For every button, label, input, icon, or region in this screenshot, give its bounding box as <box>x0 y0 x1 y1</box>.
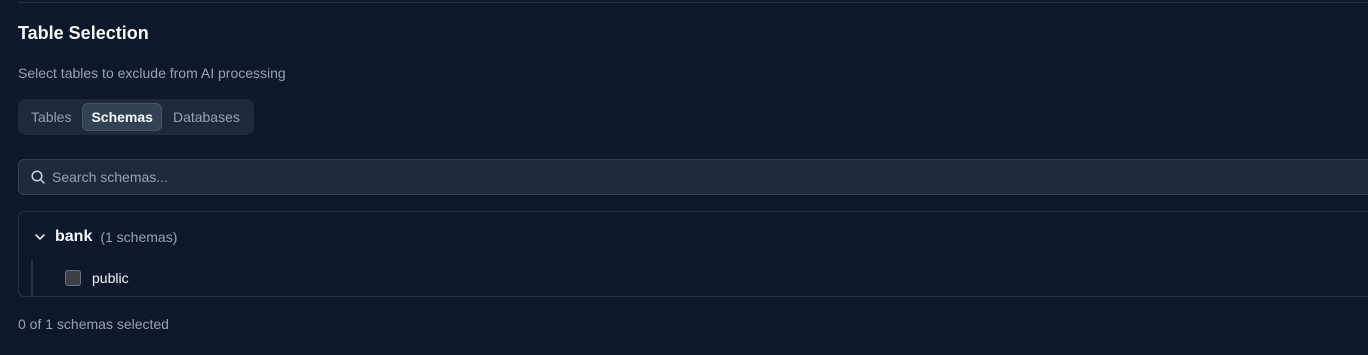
tab-schemas[interactable]: Schemas <box>82 103 162 131</box>
schema-item-label: public <box>92 270 129 286</box>
top-divider <box>18 2 1368 3</box>
database-name: bank <box>55 228 93 245</box>
database-group-row[interactable]: bank (1 schemas) <box>33 226 177 248</box>
selection-status: 0 of 1 schemas selected <box>18 316 169 332</box>
tab-tables[interactable]: Tables <box>22 103 80 131</box>
tree-guide-line <box>31 260 33 296</box>
schema-item-row[interactable]: public <box>65 268 129 288</box>
schema-count: (1 schemas) <box>100 229 178 245</box>
section-title: Table Selection <box>18 23 149 43</box>
search-icon <box>30 169 46 185</box>
schema-checkbox[interactable] <box>65 270 81 286</box>
chevron-down-icon[interactable] <box>33 230 47 244</box>
search-box <box>18 159 1368 195</box>
selection-mode-tabs: Tables Schemas Databases <box>18 99 254 135</box>
search-input[interactable] <box>46 160 1368 194</box>
tab-databases[interactable]: Databases <box>164 103 249 131</box>
schema-tree-panel: bank (1 schemas) public <box>18 211 1368 297</box>
table-selection-page: Table Selection Select tables to exclude… <box>0 0 1368 355</box>
section-subtitle: Select tables to exclude from AI process… <box>18 65 286 81</box>
